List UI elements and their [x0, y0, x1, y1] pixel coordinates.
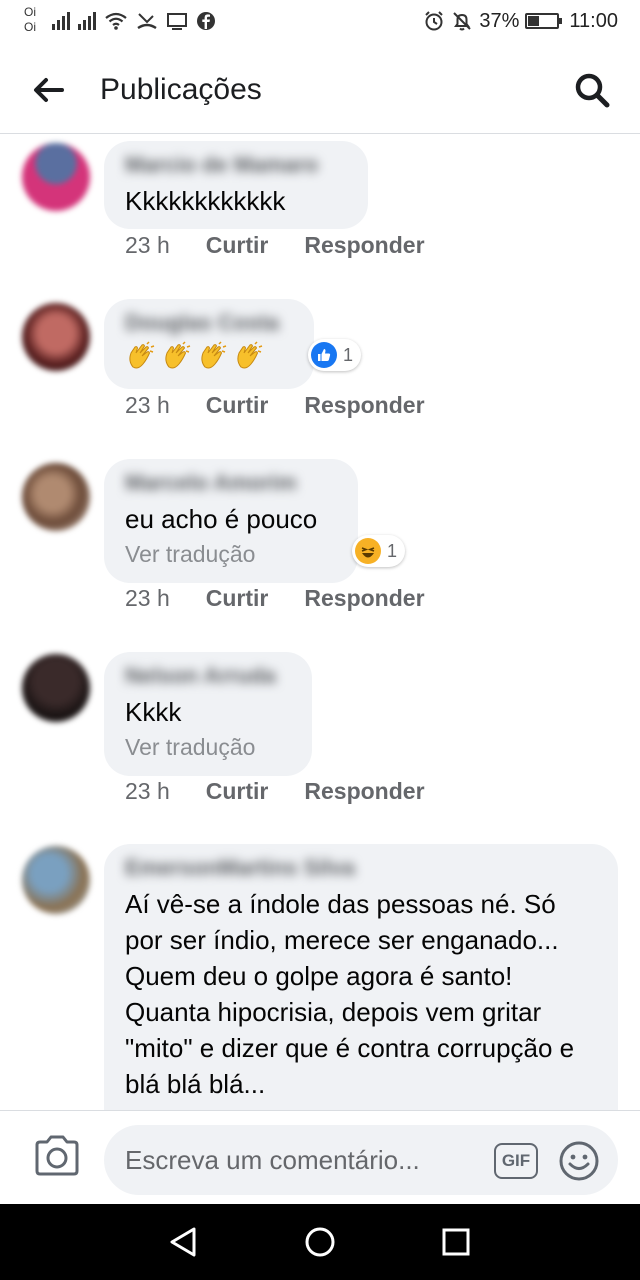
carrier-1: Oi — [24, 5, 36, 19]
see-translation-link[interactable]: Ver tradução — [125, 537, 336, 571]
signal-2-icon — [78, 12, 96, 30]
clapping-hands-icon — [165, 341, 191, 369]
status-bar: Oi Oi 37% 11:00 — [0, 0, 640, 44]
carrier-2: Oi — [24, 20, 36, 34]
battery-fill — [528, 16, 539, 26]
camera-button[interactable] — [32, 1133, 82, 1179]
comment-time: 23 h — [125, 232, 170, 258]
haha-reaction-icon — [355, 538, 381, 564]
like-link[interactable]: Curtir — [206, 392, 269, 419]
avatar[interactable] — [22, 303, 90, 371]
camera-icon — [35, 1135, 79, 1176]
clapping-hands-icon — [129, 341, 155, 369]
page-title: Publicações — [100, 73, 262, 106]
comment-author[interactable]: Marcio de Mamaro — [125, 151, 346, 179]
smiley-icon — [559, 1141, 599, 1181]
clapping-hands-icon — [201, 341, 227, 369]
alarm-icon — [425, 11, 444, 31]
signal-1-icon — [52, 12, 70, 30]
nav-back-icon[interactable] — [166, 1224, 202, 1260]
comment-actions: 23 h Curtir Responder — [125, 778, 425, 805]
comment-author[interactable]: EmersonMartins Silva — [125, 854, 600, 882]
comment-bubble[interactable]: Marcio de Mamaro Kkkkkkkkkkkk — [104, 141, 368, 229]
comment-time: 23 h — [125, 392, 170, 418]
avatar[interactable] — [22, 846, 90, 914]
reply-link[interactable]: Responder — [304, 585, 424, 612]
comment-actions: 23 h Curtir Responder — [125, 585, 425, 612]
comment-time: 23 h — [125, 585, 170, 611]
clapping-hands-icon — [237, 341, 263, 369]
reply-link[interactable]: Responder — [304, 778, 424, 805]
battery-percent: 37% — [479, 9, 520, 32]
reaction-count: 1 — [343, 344, 354, 365]
nav-recents-icon[interactable] — [438, 1224, 474, 1260]
like-link[interactable]: Curtir — [206, 232, 269, 259]
avatar[interactable] — [22, 463, 90, 531]
comment-bubble[interactable]: Nelson Arruda Kkkk Ver tradução — [104, 652, 312, 776]
comment-author[interactable]: Douglas Costa — [125, 309, 292, 337]
comment-text: Kkkkkkkkkkkk — [125, 186, 286, 216]
avatar[interactable] — [22, 654, 90, 722]
facebook-icon — [197, 12, 215, 30]
emoji-button[interactable] — [558, 1140, 600, 1182]
reaction-count: 1 — [387, 540, 398, 561]
screen-icon — [167, 13, 187, 30]
comment-time: 23 h — [125, 778, 170, 804]
comments-list[interactable]: Marcio de Mamaro Kkkkkkkkkkkk 23 h Curti… — [0, 135, 640, 1110]
comment-input[interactable]: Escreva um comentário... GIF — [104, 1125, 618, 1195]
reaction-badge[interactable]: 1 — [308, 339, 362, 371]
comment-text: Aí vê-se a índole das pessoas né. Só por… — [125, 889, 582, 1099]
search-button[interactable] — [570, 68, 614, 112]
reaction-badge[interactable]: 1 — [352, 535, 406, 567]
comment-bubble[interactable]: EmersonMartins Silva Aí vê-se a índole d… — [104, 844, 618, 1110]
wifi-icon — [105, 12, 127, 30]
arrow-left-icon — [34, 78, 64, 102]
comment-actions: 23 h Curtir Responder — [125, 232, 425, 259]
back-button[interactable] — [28, 70, 68, 110]
avatar[interactable] — [22, 143, 90, 211]
missed-call-icon — [137, 13, 157, 30]
reply-link[interactable]: Responder — [304, 232, 424, 259]
comment-bubble[interactable]: Douglas Costa — [104, 299, 314, 389]
like-reaction-icon — [311, 342, 337, 368]
comment-text: Kkkk — [125, 697, 182, 727]
comment-composer: Escreva um comentário... GIF — [0, 1110, 640, 1204]
battery-icon — [525, 13, 563, 29]
comment-bubble[interactable]: Marcelo Amorim eu acho é pouco Ver tradu… — [104, 459, 358, 583]
nav-home-icon[interactable] — [302, 1224, 338, 1260]
see-translation-link[interactable]: Ver tradução — [125, 730, 290, 764]
clapping-hands-emoji — [125, 341, 292, 373]
comment-input-placeholder: Escreva um comentário... — [125, 1145, 420, 1175]
status-icons-left — [52, 10, 216, 32]
comment-author[interactable]: Nelson Arruda — [125, 662, 290, 690]
comment-author[interactable]: Marcelo Amorim — [125, 469, 336, 497]
comment-text: eu acho é pouco — [125, 504, 318, 534]
mute-bell-icon — [453, 12, 472, 31]
like-link[interactable]: Curtir — [206, 585, 269, 612]
status-icons-right: 37% 11:00 — [423, 8, 618, 34]
carrier-labels: Oi Oi — [24, 5, 36, 35]
status-time: 11:00 — [569, 9, 618, 32]
like-link[interactable]: Curtir — [206, 778, 269, 805]
reply-link[interactable]: Responder — [304, 392, 424, 419]
comment-actions: 23 h Curtir Responder — [125, 392, 425, 419]
gif-button[interactable]: GIF — [494, 1143, 538, 1179]
search-icon — [575, 73, 610, 108]
app-header: Publicações — [0, 44, 640, 134]
system-nav-bar — [0, 1204, 640, 1280]
